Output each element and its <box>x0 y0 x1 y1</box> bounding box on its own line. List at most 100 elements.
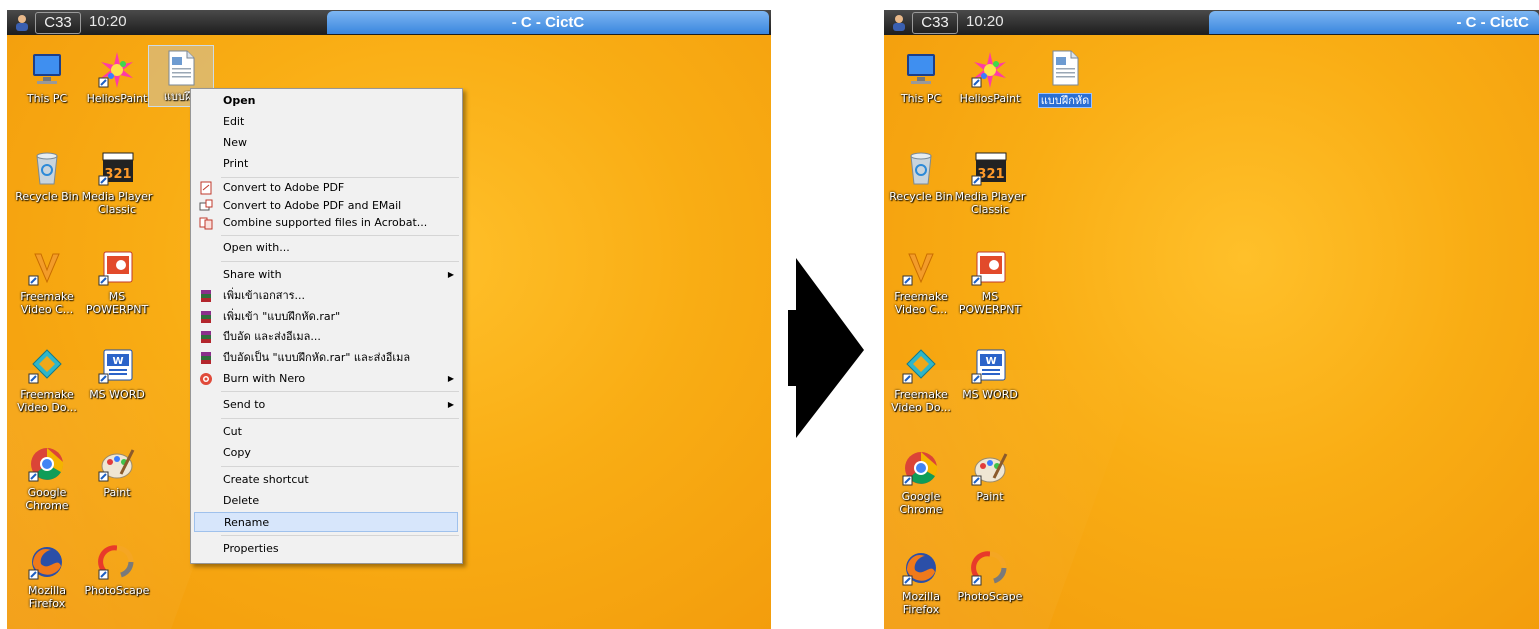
desktop-icon-ms-powerpnt[interactable]: MS POWERPNT <box>954 248 1026 316</box>
paint-palette-icon <box>98 449 135 482</box>
icon-label: Media Player Classic <box>81 190 153 216</box>
desktop-icon-google-chrome[interactable]: Google Chrome <box>885 448 957 516</box>
icon-label: Freemake Video Do... <box>891 388 951 414</box>
menu-item-open[interactable]: Open <box>191 91 462 111</box>
word-icon: W <box>971 349 1006 384</box>
icon-label: Google Chrome <box>25 486 69 512</box>
desktop-icon-heliospaint[interactable]: HeliosPaint <box>954 50 1026 105</box>
icon-label: MS POWERPNT <box>85 290 149 316</box>
rename-input[interactable]: แบบฝึกหัด <box>1037 93 1093 108</box>
document-icon <box>168 50 195 86</box>
icon-label: Paint <box>976 490 1004 503</box>
desktop-icon-recycle-bin[interactable]: Recycle Bin <box>885 148 957 203</box>
icon-label: Recycle Bin <box>15 190 79 203</box>
menu-item-cut[interactable]: Cut <box>191 422 462 442</box>
right-arrow-icon <box>788 258 864 438</box>
desktop-icon-recycle-bin[interactable]: Recycle Bin <box>11 148 83 203</box>
winrar-icon <box>201 331 211 343</box>
session-top-bar: C33 10:20 - C - CictC <box>884 10 1539 35</box>
desktop-icon-media-player-classic[interactable]: 321 Media Player Classic <box>81 148 153 216</box>
menu-item-delete[interactable]: Delete <box>191 491 462 511</box>
desktop-icon-google-chrome[interactable]: Google Chrome <box>11 444 83 512</box>
desktop-icon-this-pc[interactable]: This PC <box>885 50 957 105</box>
icon-label: This PC <box>26 92 68 105</box>
menu-item-send-to[interactable]: Send to ▶ <box>191 395 462 415</box>
firefox-icon <box>902 553 936 586</box>
powerpoint-icon <box>971 251 1006 286</box>
menu-item-combine-acrobat[interactable]: Combine supported files in Acrobat... <box>191 213 462 233</box>
powerpoint-icon <box>98 251 133 286</box>
desktop-icon-media-player-classic[interactable]: 321 Media Player Classic <box>954 148 1026 216</box>
icon-label: PhotoScape <box>84 584 150 597</box>
nero-icon <box>200 373 212 385</box>
desktop-icon-freemake-video-downloader[interactable]: Freemake Video Do... <box>885 346 957 414</box>
desktop-before: C33 10:20 - C - CictC This PC Recycle Bi… <box>7 10 771 629</box>
svg-text:321: 321 <box>104 167 131 182</box>
freemake-converter-icon <box>28 253 60 286</box>
svg-text:W: W <box>985 356 996 367</box>
desktop-icon-freemake-video-converter[interactable]: Freemake Video C... <box>885 248 957 316</box>
menu-item-share-with[interactable]: Share with ▶ <box>191 265 462 285</box>
acrobat-combine-icon <box>199 217 213 230</box>
menu-item-compress-email[interactable]: บีบอัด และส่งอีเมล... <box>191 327 462 347</box>
icon-label: Freemake Video C... <box>894 290 948 316</box>
heliospaint-icon <box>98 52 133 88</box>
menu-item-properties[interactable]: Properties <box>191 539 462 559</box>
pdf-email-icon <box>199 199 213 211</box>
menu-item-burn-with-nero[interactable]: Burn with Nero ▶ <box>191 369 462 389</box>
document-icon <box>1052 50 1079 86</box>
clock: 10:20 <box>89 13 127 30</box>
menu-item-open-with[interactable]: Open with... <box>191 238 462 258</box>
menu-item-new[interactable]: New <box>191 133 462 153</box>
chrome-icon <box>902 452 938 486</box>
menu-item-print[interactable]: Print <box>191 154 462 174</box>
word-icon: W <box>98 349 133 384</box>
winrar-icon <box>201 311 211 323</box>
media-player-icon: 321 <box>971 152 1007 186</box>
desktop-icon-this-pc[interactable]: This PC <box>11 50 83 105</box>
menu-item-rename[interactable]: Rename <box>194 512 458 532</box>
menu-item-edit[interactable]: Edit <box>191 112 462 132</box>
desktop-icon-mozilla-firefox[interactable]: Mozilla Firefox <box>885 548 957 616</box>
firefox-icon <box>28 547 62 580</box>
media-player-icon: 321 <box>98 152 134 186</box>
desktop-icon-paint[interactable]: Paint <box>954 448 1026 503</box>
session-id: C33 <box>35 12 81 34</box>
menu-separator <box>221 535 459 536</box>
window-title-bar[interactable]: - C - CictC <box>327 11 769 34</box>
svg-text:W: W <box>112 356 123 367</box>
menu-item-convert-pdf[interactable]: Convert to Adobe PDF <box>191 178 462 198</box>
desktop-icon-photoscape[interactable]: PhotoScape <box>81 542 153 597</box>
desktop-icon-paint[interactable]: Paint <box>81 444 153 499</box>
menu-item-add-to-rar[interactable]: เพิ่มเข้า "แบบฝึกหัด.rar" <box>191 307 462 327</box>
menu-item-create-shortcut[interactable]: Create shortcut <box>191 470 462 490</box>
desktop-after: C33 10:20 - C - CictC This PC Recycle Bi… <box>884 10 1539 629</box>
desktop-icon-photoscape[interactable]: PhotoScape <box>954 548 1026 603</box>
computer-icon <box>33 54 61 84</box>
desktop-icon-heliospaint[interactable]: HeliosPaint <box>81 50 153 105</box>
desktop-icon-ms-powerpnt[interactable]: MS POWERPNT <box>81 248 153 316</box>
window-title-bar[interactable]: - C - CictC <box>1209 11 1539 34</box>
photoscape-icon <box>971 551 1007 586</box>
icon-label: Freemake Video C... <box>20 290 74 316</box>
icon-label: Google Chrome <box>899 490 943 516</box>
menu-separator <box>221 261 459 262</box>
photoscape-icon <box>98 545 134 580</box>
menu-item-copy[interactable]: Copy <box>191 443 462 463</box>
desktop-icon-exercise-file[interactable]: แบบฝึกหัด <box>1029 46 1101 108</box>
menu-separator <box>221 235 459 236</box>
session-top-bar: C33 10:20 - C - CictC <box>7 10 771 35</box>
menu-item-compress-rar-email[interactable]: บีบอัดเป็น "แบบฝึกหัด.rar" และส่งอีเมล <box>191 348 462 368</box>
desktop-icon-freemake-video-converter[interactable]: Freemake Video C... <box>11 248 83 316</box>
menu-item-add-to-archive[interactable]: เพิ่มเข้าเอกสาร... <box>191 286 462 306</box>
paint-palette-icon <box>971 453 1008 486</box>
icon-label: This PC <box>900 92 942 105</box>
icon-label: MS POWERPNT <box>958 290 1022 316</box>
computer-icon <box>907 54 935 84</box>
desktop-icon-ms-word[interactable]: W MS WORD <box>81 346 153 401</box>
desktop-icon-mozilla-firefox[interactable]: Mozilla Firefox <box>11 542 83 610</box>
desktop-icon-ms-word[interactable]: W MS WORD <box>954 346 1026 401</box>
desktop-icon-freemake-video-downloader[interactable]: Freemake Video Do... <box>11 346 83 414</box>
freemake-downloader-icon <box>902 349 936 384</box>
recycle-bin-icon <box>910 152 932 185</box>
